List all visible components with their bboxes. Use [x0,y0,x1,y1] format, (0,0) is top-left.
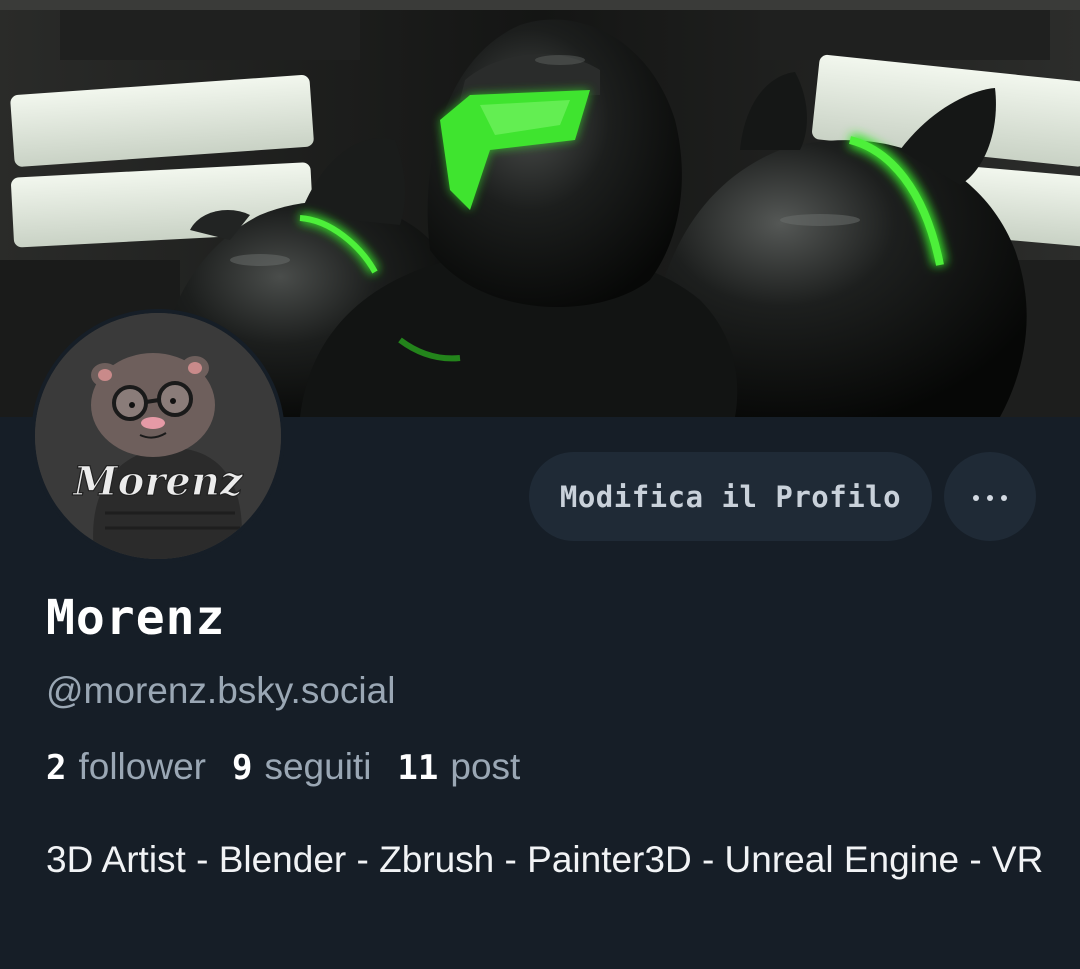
edit-profile-label: Modifica il Profilo [559,479,902,514]
avatar-logo-text: Morenz [71,458,244,505]
posts-label: post [450,746,521,787]
followers-count: 2 [46,748,67,788]
following-count: 9 [231,748,253,788]
handle: @morenz.bsky.social [46,670,396,711]
more-options-button[interactable] [944,452,1036,541]
profile-stats: 2 follower 9 seguiti 11 post [46,746,546,788]
profile-bio: 3D Artist - Blender - Zbrush - Painter3D… [46,839,1044,880]
posts-stat: 11 post [397,746,520,788]
following-stat[interactable]: 9 seguiti [232,746,371,788]
edit-profile-button[interactable]: Modifica il Profilo [529,452,932,541]
display-name: Morenz [46,590,226,646]
avatar-illustration: Morenz [35,313,281,559]
posts-count: 11 [397,748,439,788]
following-label: seguiti [264,746,372,787]
avatar[interactable]: Morenz [31,309,285,563]
followers-label: follower [78,746,206,787]
avatar-image: Morenz [35,313,281,559]
followers-stat[interactable]: 2 follower [46,746,206,788]
ellipsis-icon [969,489,1011,504]
